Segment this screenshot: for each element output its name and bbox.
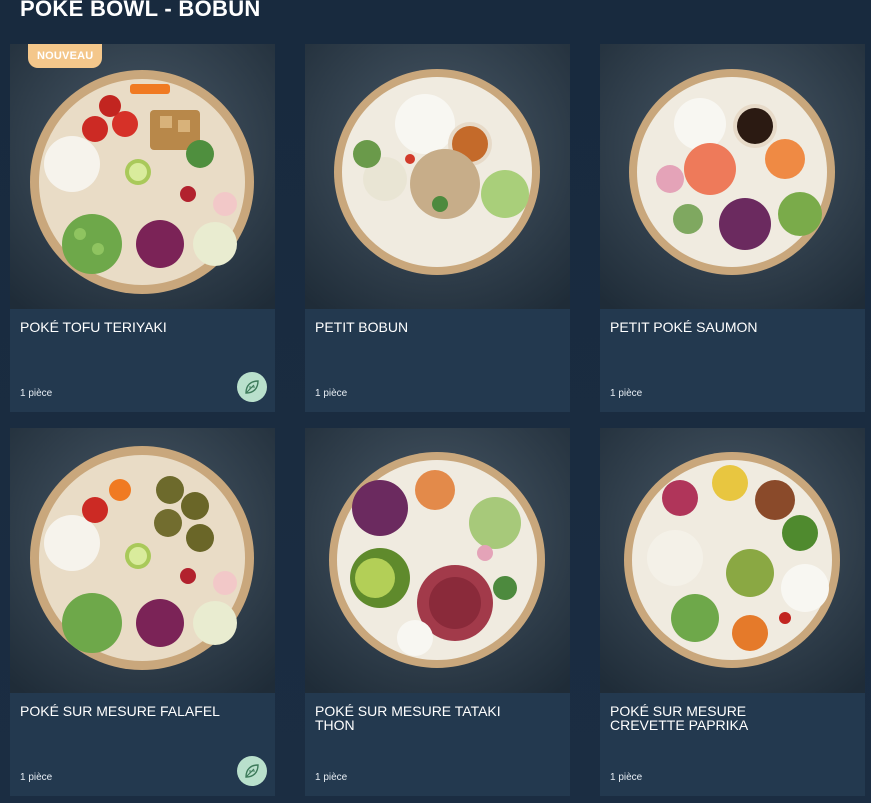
vegetarian-badge [237,372,267,402]
leaf-icon [245,380,259,394]
product-list-page: POKÉ BOWL - BOBUN NOUVEAU POKÉ TOFU TERI… [0,0,871,803]
product-name: POKÉ SUR MESURE TATAKI THON [315,703,501,733]
product-card-poke-sur-mesure-crevette-paprika[interactable]: POKÉ SUR MESURE CREVETTE PAPRIKA 1 pièce [600,428,865,796]
product-info: POKÉ SUR MESURE FALAFEL 1 pièce [10,693,275,796]
product-quantity: 1 pièce [315,388,348,399]
product-quantity: 1 pièce [315,772,348,783]
product-info: POKÉ SUR MESURE CREVETTE PAPRIKA 1 pièce [600,693,865,796]
product-info: POKÉ TOFU TERIYAKI 1 pièce [10,309,275,412]
product-info: PETIT BOBUN 1 pièce [305,309,570,412]
product-name: POKÉ TOFU TERIYAKI [20,319,167,335]
product-name: PETIT BOBUN [315,319,409,335]
product-card-poke-tofu-teriyaki[interactable]: NOUVEAU POKÉ TOFU TERIYAKI 1 pièce [10,44,275,412]
product-image[interactable] [10,428,275,693]
product-info: PETIT POKÉ SAUMON 1 pièce [600,309,865,412]
new-badge: NOUVEAU [28,44,103,68]
product-name: POKÉ SUR MESURE CREVETTE PAPRIKA [610,703,749,733]
product-quantity: 1 pièce [20,388,53,399]
leaf-icon [245,764,259,778]
vegetarian-badge [237,756,267,786]
product-card-poke-sur-mesure-falafel[interactable]: POKÉ SUR MESURE FALAFEL 1 pièce [10,428,275,796]
product-card-petit-poke-saumon[interactable]: PETIT POKÉ SAUMON 1 pièce [600,44,865,412]
product-card-poke-sur-mesure-tataki-thon[interactable]: POKÉ SUR MESURE TATAKI THON 1 pièce [305,428,570,796]
product-image[interactable] [600,428,865,693]
product-quantity: 1 pièce [610,388,643,399]
product-card-petit-bobun[interactable]: PETIT BOBUN 1 pièce [305,44,570,412]
product-name: POKÉ SUR MESURE FALAFEL [20,703,220,719]
product-info: POKÉ SUR MESURE TATAKI THON 1 pièce [305,693,570,796]
product-image[interactable] [305,44,570,309]
section-title: POKÉ BOWL - BOBUN [20,0,261,21]
product-image[interactable] [305,428,570,693]
product-quantity: 1 pièce [610,772,643,783]
product-image[interactable] [600,44,865,309]
product-quantity: 1 pièce [20,772,53,783]
product-grid: NOUVEAU POKÉ TOFU TERIYAKI 1 pièce PETIT… [10,44,865,796]
product-name: PETIT POKÉ SAUMON [610,319,758,335]
product-image[interactable] [10,44,275,309]
